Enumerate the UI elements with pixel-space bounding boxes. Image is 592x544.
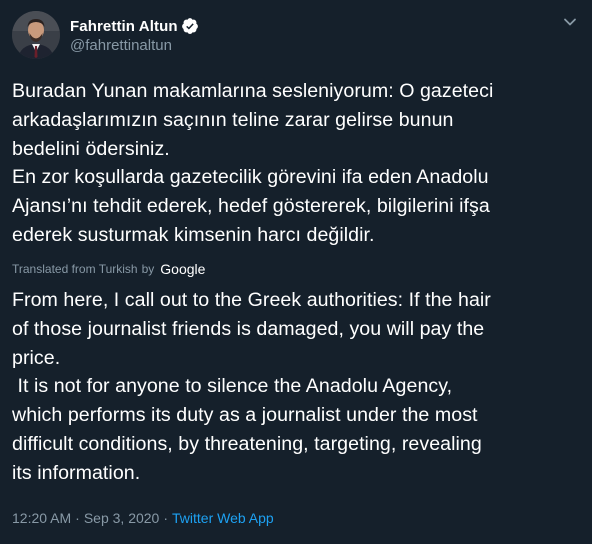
meta-separator: ·	[75, 510, 80, 526]
display-name[interactable]: Fahrettin Altun	[70, 18, 178, 35]
source-app-link[interactable]: Twitter Web App	[172, 510, 274, 526]
tweet-card: Fahrettin Altun @fahrettinaltun Buradan …	[0, 0, 592, 544]
meta-separator: ·	[163, 510, 169, 526]
verified-badge-icon	[181, 17, 199, 35]
tweet-translated-text: From here, I call out to the Greek autho…	[12, 289, 491, 484]
translation-attribution: Translated from Turkish by Google	[12, 260, 205, 278]
user-handle[interactable]: @fahrettinaltun	[70, 37, 199, 54]
tweet-time[interactable]: 12:20 AM	[12, 510, 71, 526]
google-logo: Google	[160, 261, 206, 277]
tweet-header: Fahrettin Altun @fahrettinaltun	[12, 11, 199, 59]
name-row: Fahrettin Altun	[70, 16, 199, 36]
tweet-date[interactable]: Sep 3, 2020	[84, 510, 160, 526]
chevron-down-icon[interactable]	[562, 14, 578, 30]
tweet-metadata: 12:20 AM · Sep 3, 2020 · Twitter Web App	[12, 510, 274, 526]
tweet-original-text: Buradan Yunan makamlarına sesleniyorum: …	[12, 80, 494, 246]
translation-by: by	[141, 262, 155, 276]
translation-label: Translated from Turkish	[12, 262, 138, 276]
user-names: Fahrettin Altun @fahrettinaltun	[70, 16, 199, 54]
avatar[interactable]	[12, 11, 60, 59]
